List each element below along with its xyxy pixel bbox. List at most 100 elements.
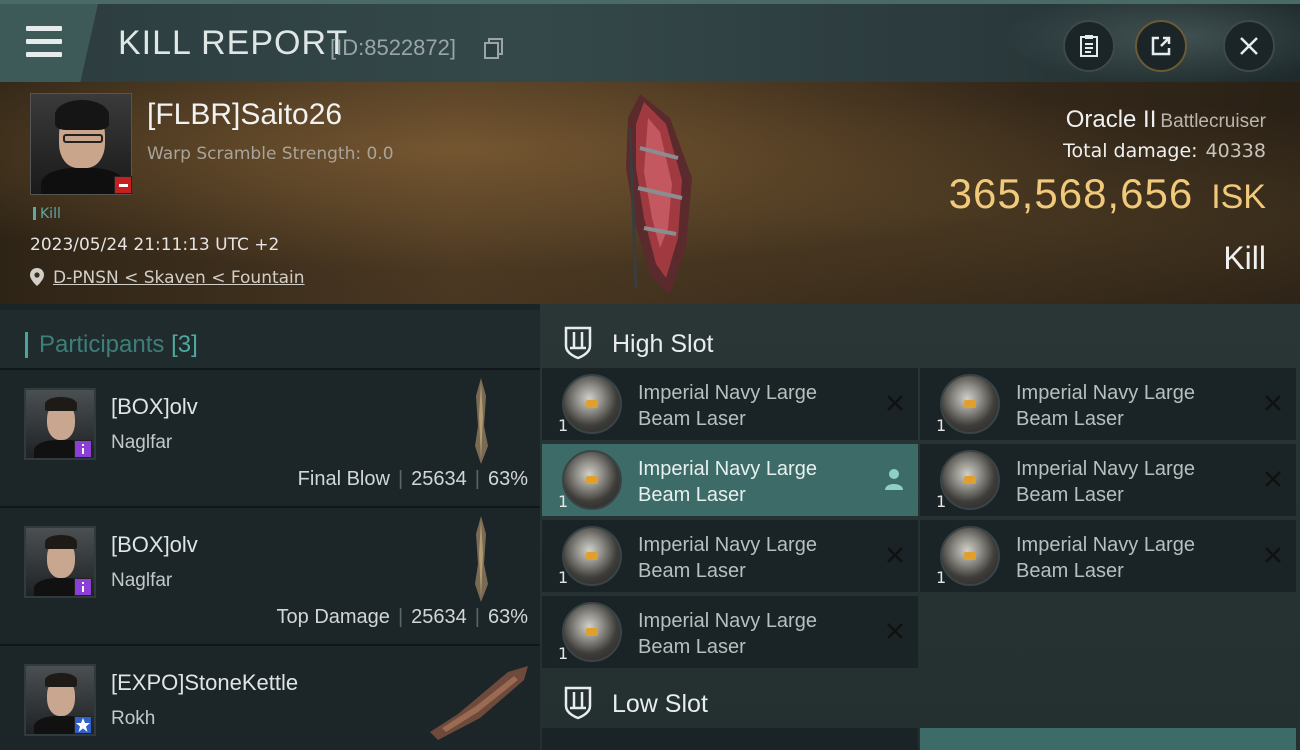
total-damage: Total damage: 40338: [1063, 140, 1266, 162]
low-slot-header: Low Slot: [540, 670, 1300, 732]
module-quantity: 1: [936, 416, 947, 435]
module-slot[interactable]: 1 Imperial Navy Large Beam Laser: [542, 596, 918, 668]
share-button[interactable]: [1135, 20, 1187, 72]
low-slot-module-partial[interactable]: [542, 728, 918, 750]
page-title: KILL REPORT: [118, 24, 349, 62]
victim-name[interactable]: [FLBR]Saito26: [147, 98, 342, 132]
participant-row[interactable]: [EXPO]StoneKettle Rokh: [0, 644, 540, 750]
participants-title: Participants [3]: [39, 331, 198, 359]
star-icon: [76, 718, 90, 732]
module-quantity: 1: [936, 492, 947, 511]
total-damage-value: 40338: [1205, 140, 1266, 162]
dropped-person-icon: [885, 469, 903, 490]
participant-stats: Top Damage | 25634 | 63%: [276, 606, 528, 628]
participant-ship-image: [430, 666, 528, 740]
destroyed-x-icon: [887, 547, 903, 563]
person-info-icon: [82, 444, 84, 454]
clipboard-icon: [1080, 35, 1098, 57]
beam-laser-icon: [940, 450, 1000, 510]
module-quantity: 1: [558, 644, 569, 663]
destroyed-x-icon: [1265, 471, 1281, 487]
beam-laser-icon: [562, 526, 622, 586]
low-slot-module-partial[interactable]: [920, 728, 1296, 750]
module-name-line: Beam Laser: [1016, 560, 1124, 582]
ship-name-text: Oracle II: [1065, 106, 1157, 133]
avatar-hair: [45, 673, 77, 687]
destroyed-x-icon: [1265, 395, 1281, 411]
corp-badge-icon: [74, 440, 92, 458]
module-slot[interactable]: 1 Imperial Navy Large Beam Laser: [542, 444, 918, 516]
module-slot[interactable]: 1 Imperial Navy Large Beam Laser: [920, 444, 1296, 516]
fitting-panel: High Slot 1 Imperial Navy Large Beam Lase…: [540, 304, 1300, 750]
high-slot-icon: [564, 326, 592, 360]
module-name: Imperial Navy Large Beam Laser: [638, 532, 858, 584]
module-name: Imperial Navy Large Beam Laser: [1016, 532, 1236, 584]
participant-stats: Final Blow | 25634 | 63%: [297, 468, 528, 490]
stats-percent: 63%: [487, 606, 528, 628]
participants-accent-bar: [25, 332, 28, 358]
victim-ship-image[interactable]: [600, 88, 710, 298]
participant-name: [BOX]olv: [111, 532, 198, 557]
module-name: Imperial Navy Large Beam Laser: [1016, 456, 1236, 508]
module-quantity: 1: [936, 568, 947, 587]
module-name-line: Beam Laser: [1016, 484, 1124, 506]
location-pin-icon: [30, 268, 44, 286]
close-button[interactable]: [1223, 20, 1275, 72]
module-slot[interactable]: 1 Imperial Navy Large Beam Laser: [542, 520, 918, 592]
isk-value: 365,568,656 ISK: [949, 170, 1266, 218]
module-name-line: Beam Laser: [638, 560, 746, 582]
victim-ship-name[interactable]: Oracle II Battlecruiser: [1066, 106, 1266, 134]
module-slot[interactable]: 1 Imperial Navy Large Beam Laser: [542, 368, 918, 440]
person-info-icon: [82, 582, 84, 592]
module-name-line: Imperial Navy Large: [638, 610, 817, 632]
module-name: Imperial Navy Large Beam Laser: [638, 456, 858, 508]
participant-name: [BOX]olv: [111, 394, 198, 419]
clipboard-button[interactable]: [1063, 20, 1115, 72]
stats-damage: 25634: [411, 606, 467, 628]
destroyed-x-icon: [887, 395, 903, 411]
high-slot-label: High Slot: [612, 330, 714, 358]
participants-header[interactable]: Participants [3]: [0, 310, 540, 368]
kill-location-link[interactable]: D-PNSN < Skaven < Fountain: [53, 268, 305, 288]
beam-laser-icon: [562, 450, 622, 510]
module-name-line: Imperial Navy Large: [1016, 458, 1195, 480]
stats-percent: 63%: [487, 468, 528, 490]
participants-title-text: Participants: [39, 331, 165, 358]
warp-scramble-strength: Warp Scramble Strength: 0.0: [147, 144, 394, 164]
kill-datetime: 2023/05/24 21:11:13 UTC +2: [30, 235, 280, 255]
isk-unit: ISK: [1211, 178, 1266, 216]
portrait-glasses: [63, 134, 103, 143]
module-name-line: Beam Laser: [638, 408, 746, 430]
corp-badge-icon: [74, 716, 92, 734]
module-quantity: 1: [558, 568, 569, 587]
beam-laser-icon: [940, 526, 1000, 586]
total-damage-label: Total damage:: [1063, 140, 1198, 162]
module-name-line: Imperial Navy Large: [638, 458, 817, 480]
module-name-line: Beam Laser: [638, 484, 746, 506]
loss-badge-icon: [114, 176, 132, 194]
module-slot[interactable]: 1 Imperial Navy Large Beam Laser: [920, 520, 1296, 592]
low-slot-icon: [564, 686, 592, 720]
participant-row[interactable]: [BOX]olv Naglfar Final Blow | 25634 | 63%: [0, 368, 540, 504]
destroyed-x-icon: [1265, 547, 1281, 563]
close-icon: [1240, 37, 1258, 55]
module-quantity: 1: [558, 416, 569, 435]
module-name-line: Imperial Navy Large: [638, 534, 817, 556]
module-name-line: Beam Laser: [638, 636, 746, 658]
module-name-line: Imperial Navy Large: [1016, 534, 1195, 556]
participant-row[interactable]: [BOX]olv Naglfar Top Damage | 25634 | 63%: [0, 506, 540, 642]
participant-ship-image: [475, 378, 488, 464]
module-slot[interactable]: 1 Imperial Navy Large Beam Laser: [920, 368, 1296, 440]
high-slot-header: High Slot: [540, 310, 1300, 372]
victim-banner: [FLBR]Saito26 Warp Scramble Strength: 0.…: [0, 82, 1300, 304]
participant-name: [EXPO]StoneKettle: [111, 670, 299, 695]
isk-amount: 365,568,656: [948, 170, 1194, 217]
stats-damage: 25634: [411, 468, 467, 490]
avatar-hair: [45, 535, 77, 549]
beam-laser-icon: [562, 602, 622, 662]
share-icon: [1151, 36, 1171, 56]
copy-icon[interactable]: [484, 38, 504, 60]
module-name-line: Imperial Navy Large: [1016, 382, 1195, 404]
beam-laser-icon: [562, 374, 622, 434]
menu-button[interactable]: [0, 4, 98, 82]
